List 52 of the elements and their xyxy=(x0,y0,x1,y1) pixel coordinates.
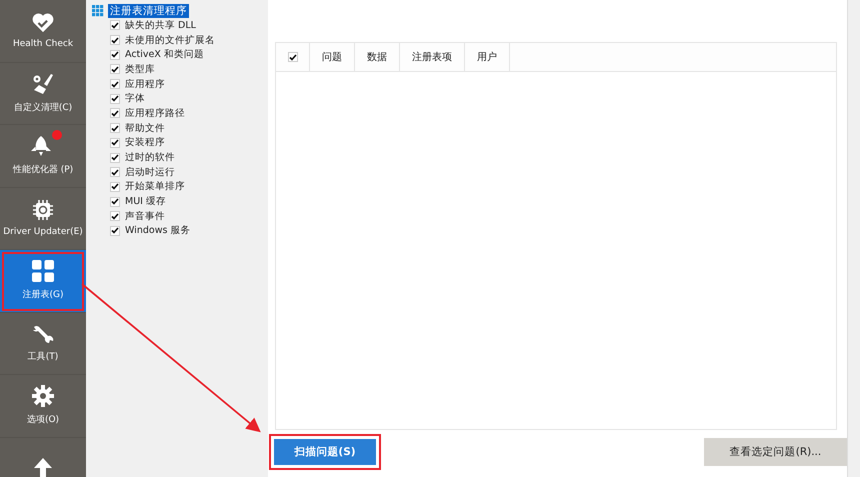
tree-item-label: Windows 服务 xyxy=(125,224,190,238)
checkbox[interactable] xyxy=(110,35,120,46)
checkbox[interactable] xyxy=(110,211,120,222)
gear-broom-icon xyxy=(31,72,55,95)
heart-check-icon xyxy=(32,12,54,33)
chip-icon xyxy=(32,199,54,222)
select-all-checkbox[interactable] xyxy=(288,52,298,62)
checkbox[interactable] xyxy=(110,152,120,163)
sidebar-item[interactable]: 注册表(G) xyxy=(0,250,86,312)
checkbox[interactable] xyxy=(110,94,120,104)
tree-item-label: MUI 缓存 xyxy=(125,195,166,208)
checkmark-icon xyxy=(288,54,296,60)
column-header[interactable]: 注册表项 xyxy=(412,50,452,64)
tree-item-label: 未使用的文件扩展名 xyxy=(125,34,215,47)
checkbox[interactable] xyxy=(110,20,120,30)
checkbox[interactable] xyxy=(110,196,120,207)
up-arrow-icon xyxy=(34,458,52,477)
checkbox[interactable] xyxy=(110,64,120,74)
column-header[interactable]: 用户 xyxy=(477,50,497,64)
tree-item-label: 安装程序 xyxy=(125,136,165,150)
checkbox[interactable] xyxy=(110,226,120,236)
tree-item-label: ActiveX 和类问题 xyxy=(125,48,204,62)
tree-item-label: 帮助文件 xyxy=(125,122,165,135)
sidebar-item[interactable]: 性能优化器 (P) xyxy=(0,125,86,188)
checkbox[interactable] xyxy=(110,108,120,118)
checkbox[interactable] xyxy=(110,50,120,60)
grid-icon xyxy=(32,260,54,282)
wrench-icon xyxy=(32,324,54,344)
tree-item-label: 类型库 xyxy=(125,62,155,76)
tree-item-label: 缺失的共享 DLL xyxy=(125,18,196,32)
checkbox[interactable] xyxy=(110,123,120,134)
column-header[interactable]: 问题 xyxy=(322,50,342,64)
sidebar-item[interactable]: 选项(O) xyxy=(0,375,86,438)
checkbox[interactable] xyxy=(110,79,120,90)
tree-item-label: 过时的软件 xyxy=(125,151,175,164)
tree-item-label: 声音事件 xyxy=(125,210,165,223)
checkbox[interactable] xyxy=(110,138,120,148)
tree-item-label: 启动时运行 xyxy=(125,166,175,179)
tree-item-label: 字体 xyxy=(125,92,145,106)
checkbox[interactable] xyxy=(110,182,120,192)
scan-button[interactable]: 扫描问题(S) xyxy=(269,434,381,470)
view-selected-button[interactable]: 查看选定问题(R)... xyxy=(704,438,847,466)
tree-item-label: 应用程序 xyxy=(125,78,165,91)
tree-item-label: 开始菜单排序 xyxy=(125,180,185,194)
grid-icon xyxy=(92,5,104,17)
column-header[interactable]: 数据 xyxy=(367,50,387,64)
tree-root-item[interactable]: 注册表清理程序 xyxy=(108,4,189,18)
tree-item-label: 应用程序路径 xyxy=(125,106,185,120)
sidebar-item[interactable]: 自定义清理(C) xyxy=(0,62,86,125)
sidebar-item[interactable]: 工具(T) xyxy=(0,312,86,375)
sidebar-item[interactable]: Health Check xyxy=(0,0,86,62)
checkbox[interactable] xyxy=(110,167,120,178)
